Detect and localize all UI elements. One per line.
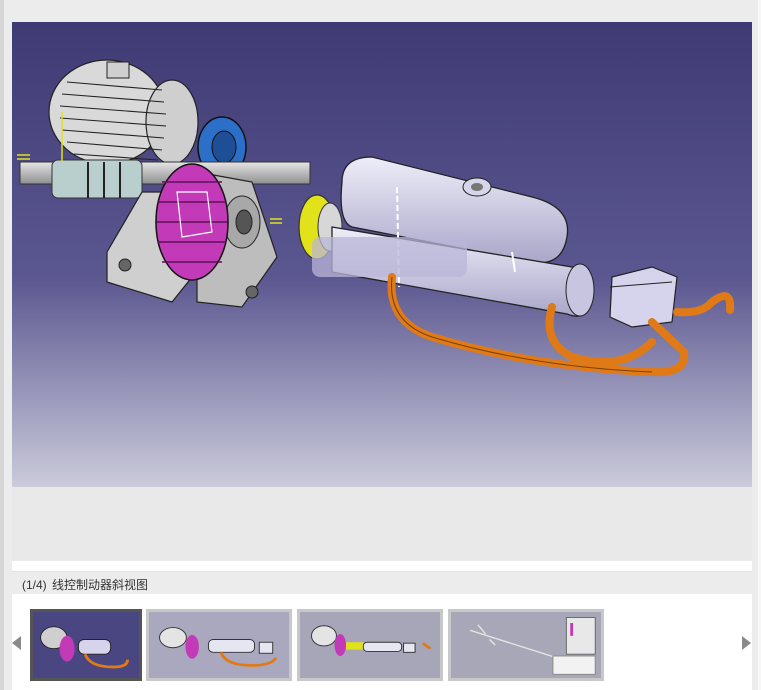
magenta-gear [155, 163, 229, 281]
main-image [12, 22, 752, 487]
thumbnail-1[interactable] [30, 609, 142, 681]
next-arrow-icon[interactable] [742, 636, 751, 650]
image-counter: (1/4) [22, 578, 47, 592]
caption-bar: (1/4) 线控制动器斜视图 [12, 571, 752, 595]
thumbnail-strip [12, 594, 752, 690]
viewer-padding [12, 487, 752, 560]
thumbnail-2[interactable] [146, 609, 292, 681]
thumbnail-3[interactable] [297, 609, 443, 681]
blurred-watermark [312, 237, 467, 277]
main-image-viewer[interactable] [12, 22, 752, 487]
image-title: 线控制动器斜视图 [52, 578, 149, 592]
separator [12, 561, 752, 571]
reservoir-box [609, 266, 678, 328]
left-rail [0, 0, 4, 690]
image-caption: (1/4) 线控制动器斜视图 [22, 576, 148, 593]
prev-arrow-icon[interactable] [12, 636, 21, 650]
product-gallery: (1/4) 线控制动器斜视图 [0, 0, 761, 690]
thumbnail-4[interactable] [448, 609, 604, 681]
